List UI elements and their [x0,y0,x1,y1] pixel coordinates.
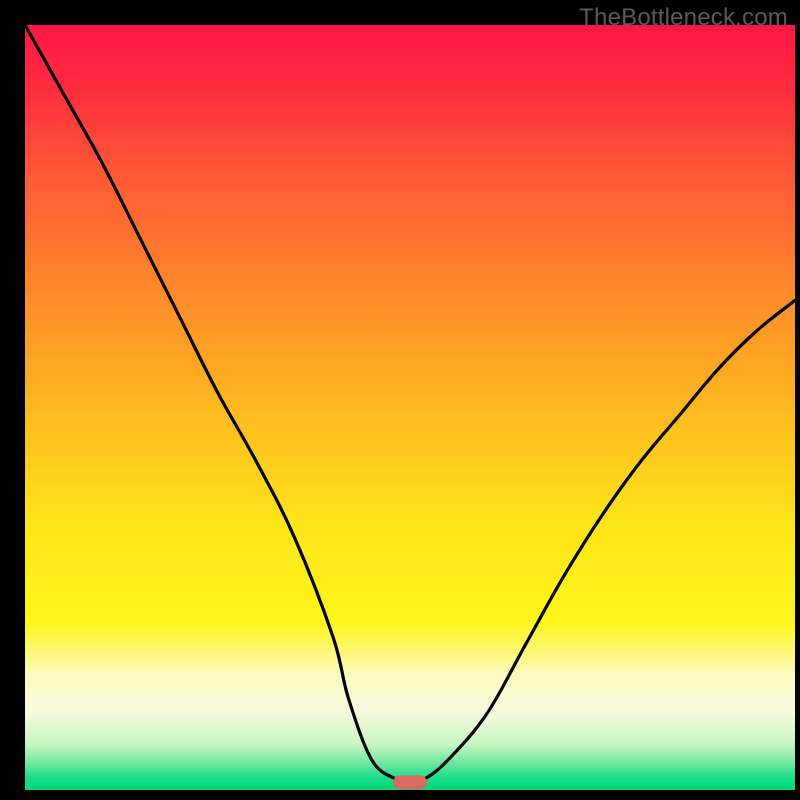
gradient-background [25,25,795,790]
minimum-marker [393,775,427,789]
chart-stage: TheBottleneck.com [0,0,800,800]
plot-area [25,25,795,790]
bottleneck-chart [25,25,795,790]
watermark-text: TheBottleneck.com [579,4,788,32]
